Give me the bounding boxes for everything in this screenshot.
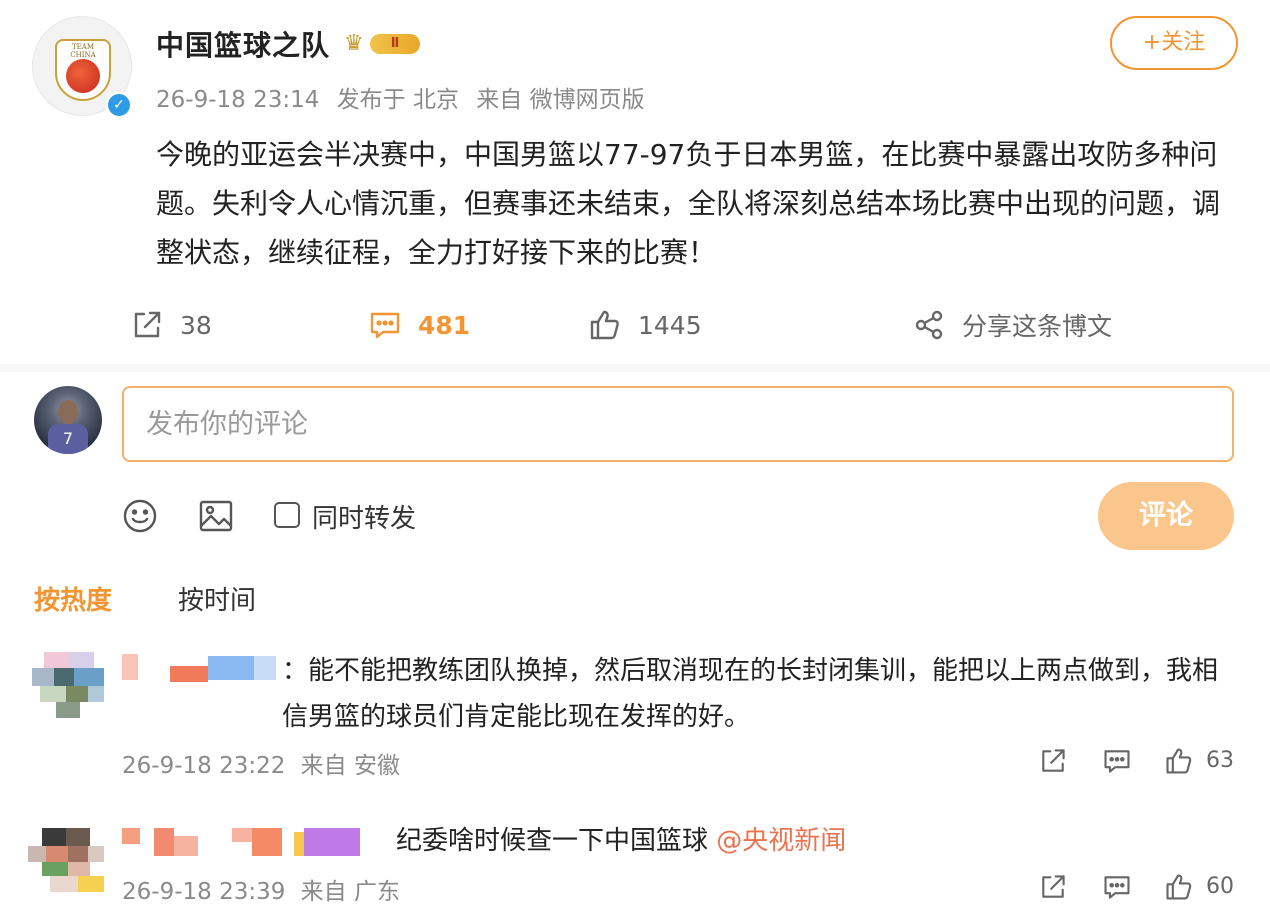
basketball-emblem	[66, 59, 100, 93]
comment-icon	[1104, 750, 1130, 773]
repost-icon	[1042, 875, 1065, 898]
verified-icon: ✓	[106, 92, 132, 118]
sort-by-hot-tab[interactable]: 按热度	[34, 580, 112, 617]
like-icon	[1166, 874, 1192, 900]
comment-like-button[interactable]	[1162, 744, 1196, 778]
comment-reply-button[interactable]	[1100, 744, 1134, 778]
member-badge[interactable]: ♛ Ⅱ	[344, 30, 420, 58]
comment-time: 26-9-18 23:22	[122, 753, 286, 779]
comment-icon	[1104, 876, 1130, 899]
comment-repost-button[interactable]	[1036, 744, 1070, 778]
share-icon	[910, 306, 948, 344]
mention-link[interactable]: @央视新闻	[716, 826, 846, 856]
post-time[interactable]: 26-9-18 23:14	[156, 87, 319, 113]
section-divider	[0, 364, 1270, 372]
comment-reply-button[interactable]	[1100, 870, 1134, 904]
comment-text: ：能不能把教练团队换掉，然后取消现在的长封闭集训，能把以上两点做到，我相信男篮的…	[282, 656, 1219, 732]
like-icon	[1166, 748, 1192, 774]
comment-meta: 26-9-18 23:22 来自 安徽	[122, 746, 408, 780]
share-button[interactable]: 分享这条博文	[910, 306, 1112, 344]
comment-like-count: 60	[1206, 874, 1234, 899]
author-name[interactable]: 中国篮球之队	[156, 24, 330, 64]
repost-icon	[128, 306, 166, 344]
follow-button[interactable]: +关注	[1110, 16, 1238, 70]
comment-like-count: 63	[1206, 748, 1234, 773]
post-meta: 26-9-18 23:14 发布于 北京 来自 微博网页版	[156, 80, 655, 114]
post-location: 发布于 北京	[336, 87, 459, 113]
comment-input[interactable]	[122, 386, 1234, 462]
emoji-button[interactable]	[120, 496, 160, 536]
avatar-head	[58, 400, 78, 424]
comment-time: 26-9-18 23:39	[122, 879, 286, 905]
comment-username-blurred[interactable]	[122, 828, 362, 858]
like-icon	[586, 306, 624, 344]
comment-avatar-blurred[interactable]	[32, 652, 108, 720]
repost-checkbox-label[interactable]: 同时转发	[312, 498, 416, 535]
current-user-avatar[interactable]: 7	[34, 386, 102, 454]
emoji-icon	[123, 499, 157, 533]
comment-icon	[366, 306, 404, 344]
comment-count: 481	[418, 310, 471, 340]
comment-username-blurred[interactable]	[122, 654, 278, 684]
repost-count: 38	[180, 310, 212, 340]
avatar-jersey: 7	[48, 424, 88, 454]
repost-checkbox[interactable]	[274, 502, 300, 528]
comment-text: 纪委啥时候查一下中国篮球 @央视新闻	[396, 818, 1236, 864]
comment-repost-button[interactable]	[1036, 870, 1070, 904]
like-button[interactable]: 1445	[586, 306, 702, 344]
comment-button[interactable]: 481	[366, 306, 470, 344]
level-badge: Ⅱ	[370, 34, 420, 54]
comment-meta: 26-9-18 23:39 来自 广东	[122, 872, 408, 906]
avatar-team-text: TEAM CHINA	[70, 43, 96, 59]
image-icon	[199, 500, 233, 532]
comment-source: 来自 安徽	[300, 753, 400, 779]
post-source: 来自 微博网页版	[476, 87, 645, 113]
submit-comment-button[interactable]: 评论	[1098, 482, 1234, 550]
share-label: 分享这条博文	[962, 312, 1113, 341]
comment-body: 纪委啥时候查一下中国篮球	[396, 826, 717, 856]
weibo-post: TEAM CHINA ✓ 中国篮球之队 ♛ Ⅱ +关注 26-9-18 23:1…	[0, 0, 1270, 364]
post-text: 今晚的亚运会半决赛中，中国男篮以77-97负于日本男篮，在比赛中暴露出攻防多种问…	[156, 138, 1221, 269]
repost-button[interactable]: 38	[128, 306, 212, 344]
sort-by-time-tab[interactable]: 按时间	[178, 580, 256, 617]
repost-icon	[1042, 749, 1065, 772]
like-count: 1445	[638, 310, 702, 340]
comment-like-button[interactable]	[1162, 870, 1196, 904]
image-button[interactable]	[196, 496, 236, 536]
comment-source: 来自 广东	[300, 879, 400, 905]
comment-avatar-blurred[interactable]	[28, 828, 104, 896]
